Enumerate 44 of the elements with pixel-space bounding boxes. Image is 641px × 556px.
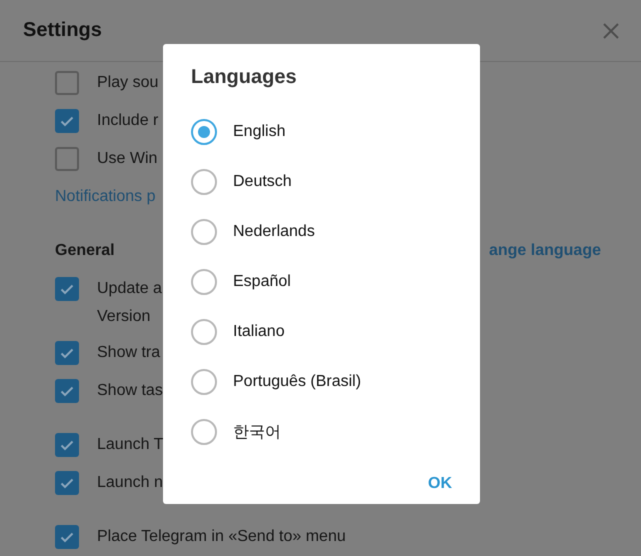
language-label[interactable]: 한국어 — [233, 422, 281, 442]
checkbox[interactable] — [55, 109, 79, 133]
checkbox[interactable] — [55, 71, 79, 95]
language-label[interactable]: Deutsch — [233, 173, 292, 191]
checkmark-icon — [60, 478, 74, 488]
window-title: Settings — [23, 19, 102, 42]
language-label[interactable]: Nederlands — [233, 223, 315, 241]
section-heading: General — [55, 242, 115, 260]
checkbox[interactable] — [55, 341, 79, 365]
language-label[interactable]: Português (Brasil) — [233, 373, 362, 391]
close-icon[interactable] — [603, 22, 619, 38]
radio-button[interactable] — [191, 319, 217, 345]
radio-button[interactable] — [191, 369, 217, 395]
checkbox-label: Launch n — [97, 474, 163, 492]
checkmark-icon — [60, 532, 74, 542]
checkbox-label: Place Telegram in «Send to» menu — [97, 528, 346, 546]
checkmark-icon — [60, 386, 74, 396]
checkbox-label: Launch T — [97, 436, 164, 454]
checkbox[interactable] — [55, 525, 79, 549]
checkmark-icon — [60, 440, 74, 450]
checkbox[interactable] — [55, 433, 79, 457]
radio-button[interactable] — [191, 269, 217, 295]
checkbox-label: Show tra — [97, 344, 160, 362]
radio-button[interactable] — [191, 169, 217, 195]
checkbox-label: Update a — [97, 280, 162, 298]
version-text: Version — [97, 308, 150, 326]
radio-button[interactable] — [191, 119, 217, 145]
radio-button[interactable] — [191, 419, 217, 445]
checkbox[interactable] — [55, 379, 79, 403]
checkbox[interactable] — [55, 147, 79, 171]
checkbox-label: Use Win — [97, 150, 158, 168]
language-label[interactable]: Español — [233, 273, 291, 291]
dialog-title: Languages — [191, 66, 298, 89]
checkbox[interactable] — [55, 471, 79, 495]
checkbox[interactable] — [55, 277, 79, 301]
checkbox-label: Include r — [97, 112, 158, 130]
checkbox-label: Show tas — [97, 382, 163, 400]
radio-button[interactable] — [191, 219, 217, 245]
checkbox-label: Play sou — [97, 74, 158, 92]
checkmark-icon — [60, 116, 74, 126]
checkmark-icon — [60, 348, 74, 358]
language-label[interactable]: English — [233, 123, 286, 141]
language-label[interactable]: Italiano — [233, 323, 285, 341]
checkmark-icon — [60, 284, 74, 294]
